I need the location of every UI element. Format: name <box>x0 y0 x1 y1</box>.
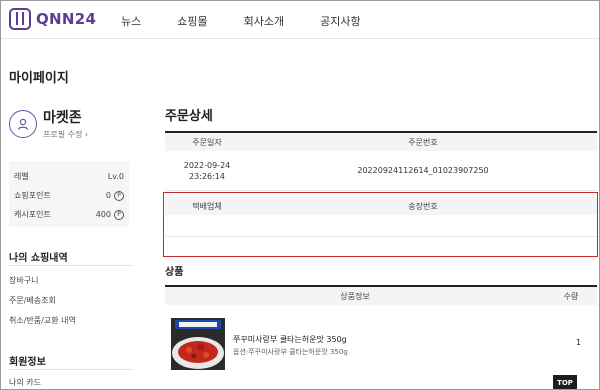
level-value: Lv.0 <box>107 172 124 181</box>
order-detail-title: 주문상세 <box>165 109 213 124</box>
order-date-cell: 2022-09-24 23:26:14 <box>165 151 249 190</box>
nav-notice[interactable]: 공지사항 <box>320 13 360 29</box>
shopping-point-label: 쇼핑포인트 <box>14 191 51 200</box>
page-frame: QNN24 뉴스 쇼핑몰 회사소개 공지사항 마이페이지 마켓존 프로필 수정 … <box>0 0 600 390</box>
shopping-point-value: 0 <box>105 191 111 200</box>
header-product-info: 상품정보 <box>340 291 370 301</box>
sidebar-link-order-tracking[interactable]: 주문/배송조회 <box>9 295 56 306</box>
cash-point-label: 캐시포인트 <box>14 210 51 219</box>
mypage-title: 마이페이지 <box>9 71 69 86</box>
sidebar-link-cancel-return[interactable]: 취소/반품/교환 내역 <box>9 315 76 326</box>
header-order-number: 주문번호 <box>408 137 438 147</box>
order-table-row: 2022-09-24 23:26:14 20220924112614_01023… <box>165 151 597 191</box>
logo-mark-icon <box>9 8 31 30</box>
nav-shop[interactable]: 쇼핑몰 <box>177 13 207 29</box>
site-logo[interactable]: QNN24 <box>9 8 96 30</box>
point-p-icon: P <box>114 209 124 220</box>
sidebar-divider <box>9 265 133 266</box>
nav-company[interactable]: 회사소개 <box>244 13 284 29</box>
cash-point-row: 캐시포인트 400 P <box>14 205 124 224</box>
scroll-top-button[interactable]: TOP <box>553 375 577 389</box>
section-member-info: 회원정보 <box>9 357 46 368</box>
level-label: 레벨 <box>14 172 29 181</box>
product-thumbnail[interactable] <box>171 318 225 370</box>
profile-edit-link[interactable]: 프로필 수정 › <box>43 129 88 140</box>
product-table-header: 상품정보 수량 <box>165 287 597 305</box>
order-number-value: 20220924112614_01023907250 <box>357 166 489 175</box>
profile-block: 마켓존 프로필 수정 › <box>9 107 88 140</box>
point-p-icon: P <box>114 190 124 201</box>
header-order-date: 주문일자 <box>192 137 222 147</box>
points-panel: 레벨 Lv.0 쇼핑포인트 0P 캐시포인트 400 P <box>9 161 129 227</box>
shopping-point-row: 쇼핑포인트 0P <box>14 186 124 205</box>
product-option: 옵션:쭈꾸미사랑부 쿨타는허운맛 350g <box>233 348 348 356</box>
profile-name: 마켓존 <box>43 110 82 126</box>
order-table-header: 주문일자 주문번호 <box>165 133 597 151</box>
header-quantity: 수량 <box>563 291 579 301</box>
product-name[interactable]: 쭈꾸미사랑부 쿨타는허운맛 350g <box>233 334 347 345</box>
user-icon <box>9 109 37 138</box>
logo-text: QNN24 <box>36 10 97 28</box>
delivery-highlight-box <box>163 192 598 257</box>
product-quantity: 1 <box>576 338 582 347</box>
order-date: 2022-09-24 <box>183 160 231 170</box>
sidebar-divider <box>9 369 133 370</box>
level-row: 레벨 Lv.0 <box>14 167 124 186</box>
products-title: 상품 <box>165 267 184 278</box>
cash-point-value: 400 <box>95 210 111 219</box>
sidebar-link-cart[interactable]: 장바구니 <box>9 275 38 286</box>
sidebar-link-my-card[interactable]: 나의 카드 <box>9 377 41 388</box>
main-nav: 뉴스 쇼핑몰 회사소개 공지사항 <box>121 13 397 29</box>
top-header: QNN24 뉴스 쇼핑몰 회사소개 공지사항 <box>1 1 599 39</box>
nav-news[interactable]: 뉴스 <box>121 13 141 29</box>
section-shopping-history: 나의 쇼핑내역 <box>9 253 68 264</box>
order-time: 23:26:14 <box>189 171 225 181</box>
